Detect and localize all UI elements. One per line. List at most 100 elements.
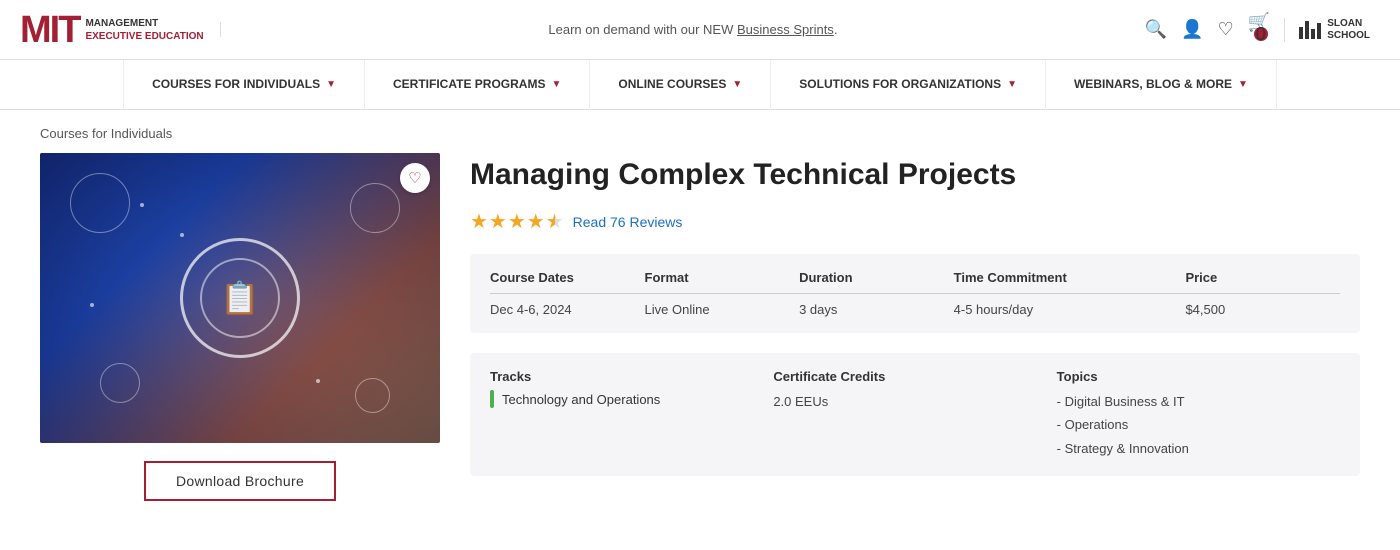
nav-bar: COURSES FOR INDIVIDUALS ▼ CERTIFICATE PR… — [0, 60, 1400, 110]
col-value-price: $4,500 — [1185, 302, 1340, 317]
col-header-price-label: Price — [1185, 270, 1217, 285]
document-icon: 📋 — [220, 279, 260, 317]
nav-label-certificate-programs: CERTIFICATE PROGRAMS — [393, 77, 545, 93]
col-header-duration-label: Duration — [799, 270, 852, 285]
half-star-container: ★★ — [546, 209, 565, 234]
col-value-time: 4-5 hours/day — [954, 302, 1186, 317]
wishlist-icon[interactable]: ♡ — [1218, 19, 1234, 40]
col-header-dates-label: Course Dates — [490, 270, 574, 285]
breadcrumb: Courses for Individuals — [40, 126, 1360, 141]
col-header-format: Format — [645, 270, 800, 285]
chevron-down-icon-2: ▼ — [551, 78, 561, 91]
sloan-text: SLOAN SCHOOL — [1327, 18, 1370, 42]
logo-mit: MIT — [20, 11, 79, 49]
star-rating: ★★★★★★ — [470, 209, 565, 234]
topic-item-1: - Digital Business & IT — [1057, 390, 1340, 413]
deco-circle-3 — [350, 183, 400, 233]
cart-icon[interactable]: 🛒 0 — [1248, 12, 1270, 47]
deco-circle-4 — [355, 378, 390, 413]
logo-area: MIT MANAGEMENT EXECUTIVE EDUCATION — [20, 11, 220, 49]
credits-label: Certificate Credits — [773, 369, 1056, 384]
logo-text: MANAGEMENT EXECUTIVE EDUCATION — [85, 17, 203, 43]
course-table: Course Dates Format Duration Time Commit… — [470, 254, 1360, 333]
nav-solutions-orgs[interactable]: SOLUTIONS FOR ORGANIZATIONS ▼ — [771, 60, 1046, 110]
search-icon[interactable]: 🔍 — [1145, 19, 1167, 40]
col-value-duration: 3 days — [799, 302, 954, 317]
course-details: Managing Complex Technical Projects ★★★★… — [470, 153, 1360, 501]
deco-dot-3 — [316, 379, 320, 383]
full-stars: ★★★★ — [470, 211, 546, 233]
col-value-time-text: 4-5 hours/day — [954, 302, 1034, 317]
rating-row: ★★★★★★ Read 76 Reviews — [470, 209, 1360, 234]
cart-badge: 0 — [1254, 27, 1268, 41]
nav-certificate-programs[interactable]: CERTIFICATE PROGRAMS ▼ — [365, 60, 590, 110]
main-content: Courses for Individuals — [0, 110, 1400, 531]
sloan-logo: SLOAN SCHOOL — [1284, 18, 1370, 42]
user-icon[interactable]: 👤 — [1181, 19, 1203, 40]
tracks-label: Tracks — [490, 369, 773, 384]
col-header-time-label: Time Commitment — [954, 270, 1067, 285]
col-value-duration-text: 3 days — [799, 302, 837, 317]
logo-management: MANAGEMENT — [85, 17, 203, 30]
tracks-col: Tracks Technology and Operations — [490, 369, 773, 460]
deco-circle-1 — [70, 173, 130, 233]
top-bar: MIT MANAGEMENT EXECUTIVE EDUCATION Learn… — [0, 0, 1400, 60]
topic-item-3: - Strategy & Innovation — [1057, 437, 1340, 460]
col-header-format-label: Format — [645, 270, 689, 285]
col-header-price: Price — [1185, 270, 1340, 285]
credits-col: Certificate Credits 2.0 EEUs — [773, 369, 1056, 460]
table-data-row: Dec 4-6, 2024 Live Online 3 days 4-5 hou… — [490, 302, 1340, 317]
course-icon-ring: 📋 — [180, 238, 300, 358]
nav-label-webinars-blog: WEBINARS, BLOG & MORE — [1074, 77, 1232, 93]
banner-text: Learn on demand with our NEW — [548, 22, 737, 37]
deco-circle-2 — [100, 363, 140, 403]
logo-exec: EXECUTIVE EDUCATION — [85, 30, 203, 43]
table-header-row: Course Dates Format Duration Time Commit… — [490, 270, 1340, 294]
track-color-bar — [490, 390, 494, 408]
sloan-bar-1 — [1299, 27, 1303, 39]
nav-online-courses[interactable]: ONLINE COURSES ▼ — [590, 60, 771, 110]
col-value-format-text: Live Online — [645, 302, 710, 317]
sloan-line1: SLOAN — [1327, 18, 1370, 30]
sloan-bar-3 — [1311, 29, 1315, 39]
read-reviews-link[interactable]: Read 76 Reviews — [573, 214, 683, 230]
col-header-dates: Course Dates — [490, 270, 645, 285]
course-layout: 📋 ♡ Download Brochure Managing Complex T… — [40, 153, 1360, 501]
topics-label: Topics — [1057, 369, 1340, 384]
chevron-down-icon-5: ▼ — [1238, 78, 1248, 91]
wishlist-heart-button[interactable]: ♡ — [400, 163, 430, 193]
col-header-duration: Duration — [799, 270, 954, 285]
col-value-price-text: $4,500 — [1185, 302, 1225, 317]
top-banner: Learn on demand with our NEW Business Sp… — [220, 22, 1145, 37]
deco-dot-1 — [140, 203, 144, 207]
top-icons: 🔍 👤 ♡ 🛒 0 SLOAN SCHOOL — [1145, 12, 1380, 47]
nav-label-solutions-orgs: SOLUTIONS FOR ORGANIZATIONS — [799, 77, 1001, 93]
download-btn-area: Download Brochure — [40, 461, 440, 501]
chevron-down-icon-1: ▼ — [326, 78, 336, 91]
extra-info: Tracks Technology and Operations Certifi… — [470, 353, 1360, 476]
col-value-dates: Dec 4-6, 2024 — [490, 302, 645, 317]
course-icon-inner: 📋 — [200, 258, 280, 338]
nav-webinars-blog[interactable]: WEBINARS, BLOG & MORE ▼ — [1046, 60, 1277, 110]
deco-dot-4 — [90, 303, 94, 307]
sloan-bar-4 — [1317, 23, 1321, 39]
sloan-line2: SCHOOL — [1327, 30, 1370, 42]
half-star-fill: ★ — [546, 209, 555, 234]
banner-link[interactable]: Business Sprints — [737, 22, 834, 37]
nav-label-courses-individuals: COURSES FOR INDIVIDUALS — [152, 77, 320, 93]
banner-suffix: . — [834, 22, 838, 37]
credits-value: 2.0 EEUs — [773, 390, 1056, 413]
chevron-down-icon-4: ▼ — [1007, 78, 1017, 91]
col-value-format: Live Online — [645, 302, 800, 317]
chevron-down-icon-3: ▼ — [732, 78, 742, 91]
course-image: 📋 ♡ — [40, 153, 440, 443]
topic-item-2: - Operations — [1057, 413, 1340, 436]
track-value: Technology and Operations — [502, 392, 660, 407]
track-item: Technology and Operations — [490, 390, 773, 408]
sloan-bars — [1299, 21, 1321, 39]
course-title: Managing Complex Technical Projects — [470, 157, 1360, 193]
download-brochure-button[interactable]: Download Brochure — [144, 461, 336, 501]
nav-courses-individuals[interactable]: COURSES FOR INDIVIDUALS ▼ — [123, 60, 365, 110]
sloan-bar-2 — [1305, 21, 1309, 39]
topics-col: Topics - Digital Business & IT - Operati… — [1057, 369, 1340, 460]
